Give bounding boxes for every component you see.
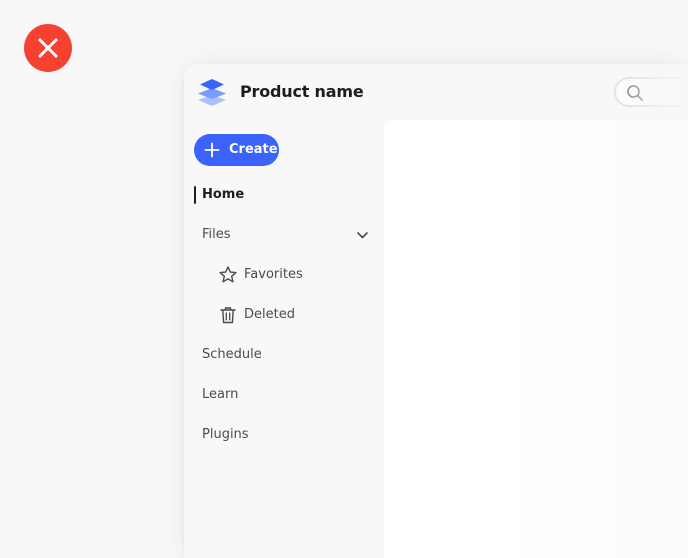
chevron-down-icon[interactable] <box>356 229 369 242</box>
create-button[interactable]: Create <box>194 134 279 166</box>
star-icon <box>218 265 238 285</box>
product-name: Product name <box>240 82 364 101</box>
sidebar-item-home[interactable]: Home <box>184 179 384 211</box>
header-fade-overlay <box>624 64 688 120</box>
sidebar-item-deleted[interactable]: Deleted <box>184 299 384 331</box>
sidebar-item-label: Favorites <box>244 267 303 282</box>
close-icon <box>38 38 58 58</box>
create-button-label: Create <box>229 142 278 157</box>
sidebar-item-label: Home <box>202 187 245 202</box>
sidebar-item-label: Deleted <box>244 307 295 322</box>
main-content-area <box>384 120 688 558</box>
sidebar-item-label: Files <box>202 227 231 242</box>
selected-indicator <box>194 186 196 204</box>
sidebar-item-favorites[interactable]: Favorites <box>184 259 384 291</box>
app-header: Product name <box>184 64 688 120</box>
sidebar-item-schedule[interactable]: Schedule <box>184 339 384 371</box>
sidebar-item-files[interactable]: Files <box>184 219 384 251</box>
sidebar-item-learn[interactable]: Learn <box>184 379 384 411</box>
sidebar-item-label: Learn <box>202 387 239 402</box>
sidebar-item-plugins[interactable]: Plugins <box>184 419 384 451</box>
app-window: Product name Create Home Files Favorites… <box>184 64 688 558</box>
plus-icon <box>204 142 220 158</box>
sidebar-item-label: Schedule <box>202 347 262 362</box>
layers-logo-icon[interactable] <box>195 76 229 108</box>
close-button[interactable] <box>24 24 72 72</box>
trash-icon <box>218 305 238 325</box>
sidebar-item-label: Plugins <box>202 427 249 442</box>
